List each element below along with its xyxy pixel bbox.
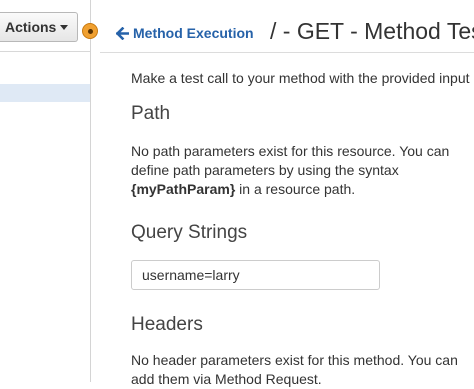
path-section-title: Path [131, 103, 171, 124]
intro-text: Make a test call to your method with the… [131, 70, 470, 86]
selected-resource-item[interactable] [0, 84, 90, 102]
panel-splitter[interactable] [90, 0, 91, 382]
actions-dropdown-button[interactable]: Actions [0, 12, 78, 42]
path-param-syntax: {myPathParam} [131, 181, 236, 197]
caret-down-icon [60, 24, 69, 30]
query-string-input[interactable] [131, 260, 380, 290]
headers-description: No header parameters exist for this meth… [131, 352, 458, 387]
back-to-method-execution-link[interactable]: Method Execution [116, 25, 254, 41]
back-link-label: Method Execution [133, 25, 254, 41]
page-title: / - GET - Method Test [270, 18, 474, 44]
splitter-handle-icon[interactable] [82, 23, 98, 39]
headers-section-title: Headers [131, 314, 203, 335]
resources-panel: Actions [0, 0, 90, 382]
actions-label: Actions [5, 19, 57, 35]
divider [0, 51, 90, 52]
arrow-left-icon [116, 26, 129, 40]
page-header: Method Execution / - GET - Method Test [100, 0, 474, 53]
query-strings-section-title: Query Strings [131, 222, 248, 243]
path-description: No path parameters exist for this resour… [131, 143, 450, 197]
